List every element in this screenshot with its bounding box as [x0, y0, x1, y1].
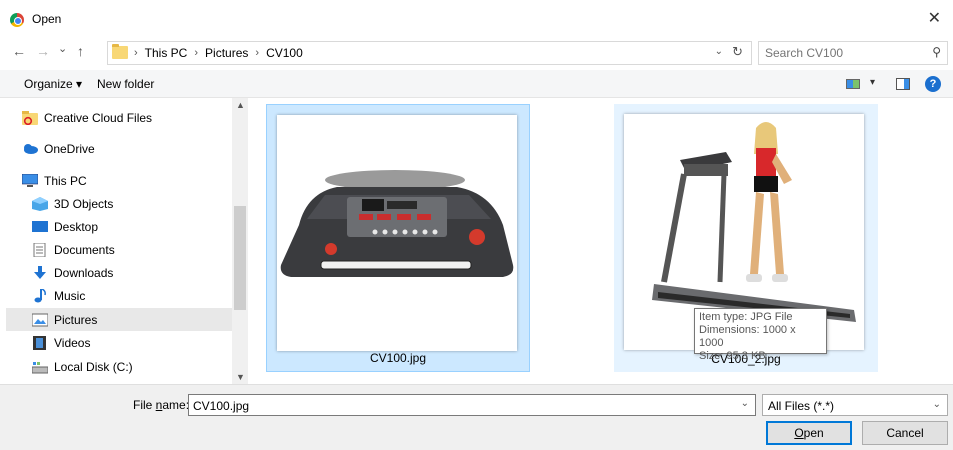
onedrive-icon: [22, 142, 38, 156]
title-bar: Open ✕: [0, 4, 953, 34]
sidebar-scrollbar[interactable]: ▲ ▼: [232, 98, 248, 384]
new-folder-button[interactable]: New folder: [97, 77, 154, 91]
sidebar-item-local-disk[interactable]: Local Disk (C:): [31, 355, 232, 378]
sidebar-item-label: Music: [54, 288, 86, 303]
sidebar-item-label: Local Disk (C:): [54, 359, 133, 374]
file-list: CV100.jpg CV100_2.jpg: [250, 98, 953, 384]
forward-arrow-icon[interactable]: →: [36, 43, 50, 59]
file-info-tooltip: Item type: JPG File Dimensions: 1000 x 1…: [694, 308, 827, 362]
navigation-pane: Creative Cloud Files OneDrive This PC 3D…: [0, 98, 248, 384]
organize-button[interactable]: Organize ▾: [24, 77, 82, 91]
preview-pane-icon[interactable]: [896, 78, 910, 90]
search-input[interactable]: [765, 45, 915, 61]
breadcrumb-separator: ›: [255, 47, 260, 59]
window-title: Open: [32, 12, 62, 26]
address-dropdown-icon[interactable]: ⌄: [715, 46, 723, 57]
sidebar-item-label: Downloads: [54, 265, 114, 280]
3d-objects-icon: [32, 196, 48, 211]
folder-icon: [112, 44, 128, 59]
help-icon[interactable]: ?: [925, 76, 941, 92]
search-icon[interactable]: ⚲: [932, 45, 941, 59]
chevron-down-icon[interactable]: ⌄: [741, 398, 749, 409]
sidebar-item-label: OneDrive: [44, 141, 95, 156]
back-arrow-icon[interactable]: ←: [12, 43, 26, 59]
open-button[interactable]: Open: [766, 421, 852, 445]
breadcrumb-this-pc[interactable]: This PC: [145, 46, 188, 60]
recent-locations-icon[interactable]: ⌄: [58, 42, 67, 55]
open-button-label: pen: [803, 426, 824, 440]
filetype-value: All Files (*.*): [768, 399, 835, 413]
chevron-down-icon[interactable]: ⌄: [933, 399, 941, 410]
sidebar-item-pictures[interactable]: Pictures: [6, 308, 232, 331]
breadcrumb-separator: ›: [134, 47, 138, 59]
sidebar-item-label: 3D Objects: [54, 196, 114, 211]
filename-input[interactable]: [193, 398, 713, 413]
sidebar-item-videos[interactable]: Videos: [32, 331, 232, 354]
documents-icon: [32, 242, 48, 257]
sidebar-item-label: This PC: [44, 173, 87, 188]
filename-label-part: File: [133, 398, 156, 412]
filename-label-part: ame:: [162, 398, 190, 412]
sidebar-item-onedrive[interactable]: OneDrive: [22, 137, 232, 160]
sidebar-item-this-pc[interactable]: This PC: [21, 169, 232, 192]
sidebar-item-desktop[interactable]: Desktop: [32, 215, 232, 238]
scrollbar-thumb[interactable]: [234, 206, 246, 310]
videos-icon: [32, 335, 48, 350]
filename-label: File name:: [133, 398, 189, 412]
music-icon: [32, 287, 48, 303]
scroll-down-icon[interactable]: ▼: [236, 372, 245, 382]
breadcrumb-separator: ›: [194, 47, 199, 59]
sidebar-item-3d-objects[interactable]: 3D Objects: [32, 192, 232, 215]
scroll-up-icon[interactable]: ▲: [236, 100, 245, 110]
sidebar-item-label: Documents: [54, 242, 115, 257]
sidebar-item-label: Desktop: [54, 219, 99, 234]
footer-panel: File name: ⌄ All Files (*.*) ⌄ Open Canc…: [0, 384, 953, 450]
cancel-button[interactable]: Cancel: [862, 421, 948, 445]
sidebar-item-label: Videos: [54, 335, 91, 350]
chrome-icon: [10, 13, 24, 27]
refresh-icon[interactable]: ↻: [732, 44, 743, 60]
open-button-accesskey: O: [794, 426, 804, 440]
address-bar[interactable]: › This PC › Pictures › CV100 ⌄ ↻: [107, 41, 752, 65]
creative-cloud-icon: [22, 110, 38, 125]
change-view-icon[interactable]: [846, 79, 860, 89]
sidebar-item-downloads[interactable]: Downloads: [32, 261, 232, 284]
up-arrow-icon[interactable]: ↑: [77, 43, 84, 59]
this-pc-icon: [21, 173, 39, 188]
sidebar-item-documents[interactable]: Documents: [32, 238, 232, 261]
thumbnail-cv100: [277, 115, 517, 351]
downloads-icon: [32, 265, 48, 280]
search-box[interactable]: ⚲: [758, 41, 948, 65]
desktop-icon: [32, 220, 48, 234]
navigation-bar: ← → ⌄ ↑ › This PC › Pictures › CV100 ⌄ ↻…: [0, 36, 953, 70]
sidebar-item-music[interactable]: Music: [32, 284, 232, 307]
filetype-select[interactable]: All Files (*.*) ⌄: [762, 394, 948, 416]
sidebar-item-creative-cloud-files[interactable]: Creative Cloud Files: [22, 106, 232, 129]
tooltip-dimensions: Dimensions: 1000 x 1000: [699, 324, 796, 349]
view-options-dropdown-icon[interactable]: ▾: [870, 77, 875, 88]
file-name: CV100.jpg: [369, 351, 427, 365]
tooltip-item-type: Item type: JPG File: [699, 311, 793, 323]
file-tile-cv100[interactable]: CV100.jpg: [266, 104, 530, 372]
sidebar-item-label: Creative Cloud Files: [44, 110, 153, 125]
breadcrumb-cv100[interactable]: CV100: [266, 46, 303, 60]
command-bar: Organize ▾ New folder ▾ ?: [0, 70, 953, 98]
close-icon[interactable]: ✕: [928, 8, 941, 28]
local-disk-icon: [31, 360, 49, 374]
tooltip-size: Size: 95.3 KB: [699, 350, 766, 362]
filename-combobox[interactable]: ⌄: [188, 394, 756, 416]
breadcrumb-pictures[interactable]: Pictures: [205, 46, 248, 60]
sidebar-item-label: Pictures: [54, 312, 98, 327]
pictures-icon: [31, 313, 49, 327]
breadcrumb: › This PC › Pictures › CV100: [134, 46, 303, 60]
